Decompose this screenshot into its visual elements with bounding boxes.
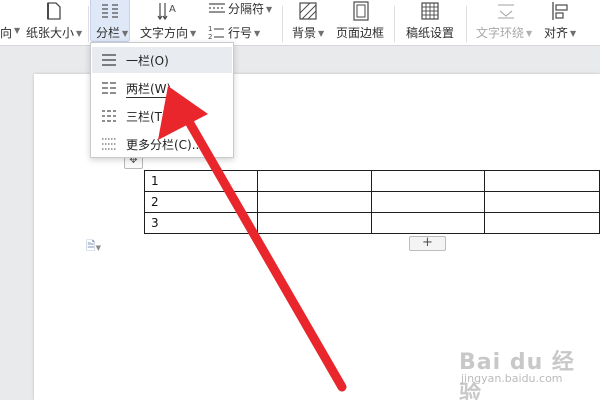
columns-button[interactable]: 分栏 ▼ (96, 24, 128, 41)
menu-item-label: 两栏(W) (126, 82, 172, 98)
watermark-url: jingyan.baidu.com (461, 372, 563, 385)
line-number-icon[interactable]: 1 2 (208, 24, 226, 40)
background-icon[interactable] (298, 1, 318, 21)
divider (394, 6, 395, 42)
menu-item-label: 三栏(T) (126, 110, 167, 124)
manuscript-settings-button[interactable]: 稿纸设置 (406, 24, 454, 41)
table-row: 1 (143, 170, 600, 192)
table-row: 2 (143, 191, 600, 213)
menu-item-one-column[interactable]: 一栏(O) (92, 47, 232, 73)
divider (466, 6, 467, 42)
text-wrap-icon[interactable] (496, 2, 516, 20)
menu-item-label: 更多分栏(C)... (126, 138, 204, 152)
line-number-label: 行号 (228, 26, 253, 40)
menu-item-three-columns[interactable]: 三栏(T) (92, 103, 232, 129)
columns-label: 分栏 (96, 26, 121, 40)
manuscript-grid-icon[interactable] (420, 1, 440, 21)
chevron-down-icon: ▼ (190, 29, 197, 38)
table-cell[interactable] (257, 191, 372, 213)
paragraph-layout-icon[interactable]: 🗎▼ (86, 237, 101, 258)
one-column-icon (102, 54, 116, 66)
separator-button[interactable]: 分隔符 ▼ (228, 0, 272, 17)
ribbon-toolbar: 向 ▼ 纸张大小 ▼ 分栏 ▼ A 文字方向 ▼ 分隔符 ▼ 1 2 行号 ▼ … (0, 0, 600, 46)
chevron-down-icon[interactable]: ▼ (14, 26, 20, 35)
baidu-watermark: Bai du 经验 jingyan.baidu.com (455, 344, 595, 400)
svg-text:2: 2 (208, 33, 212, 40)
chevron-down-icon: ▼ (254, 29, 261, 38)
table-cell[interactable]: 3 (143, 212, 259, 234)
background-label: 背景 (292, 26, 317, 40)
two-columns-icon (102, 82, 116, 94)
table-cell[interactable]: 1 (143, 170, 259, 192)
align-button[interactable]: 对齐 ▼ (544, 24, 576, 41)
line-number-button[interactable]: 行号 ▼ (228, 24, 260, 41)
table-cell[interactable] (483, 212, 600, 234)
columns-icon[interactable] (100, 2, 120, 20)
align-label: 对齐 (544, 26, 569, 40)
menu-item-label: 一栏(O) (126, 54, 169, 68)
chevron-down-icon: ▼ (122, 29, 129, 38)
text-direction-icon[interactable]: A (156, 1, 178, 21)
text-direction-label: 文字方向 (140, 26, 189, 40)
align-icon[interactable] (550, 1, 570, 21)
svg-text:A: A (169, 4, 176, 15)
menu-item-more-columns[interactable]: 更多分栏(C)... (92, 131, 232, 157)
text-wrap-button[interactable]: 文字环绕 ▼ (476, 24, 532, 41)
table-row: 3 (143, 212, 600, 234)
chevron-down-icon: ▼ (318, 29, 325, 38)
table-cell[interactable]: 2 (143, 191, 259, 213)
table-cell[interactable] (257, 170, 372, 192)
chevron-down-icon: ▼ (266, 5, 273, 14)
document-table[interactable]: 123 (143, 170, 600, 234)
paper-size-label: 纸张大小 (26, 26, 75, 40)
add-table-row-button[interactable]: + (409, 236, 446, 251)
three-columns-icon (102, 110, 116, 122)
chevron-down-icon: ▼ (76, 29, 83, 38)
svg-text:1: 1 (208, 25, 212, 33)
table-cell[interactable] (483, 191, 600, 213)
chevron-down-icon: ▼ (526, 29, 533, 38)
chevron-down-icon: ▼ (570, 29, 577, 38)
paper-size-icon[interactable] (44, 2, 64, 20)
divider (282, 6, 283, 42)
divider (88, 6, 89, 42)
text-direction-partial-label[interactable]: 向 (0, 24, 12, 41)
menu-item-two-columns[interactable]: 两栏(W) (92, 75, 232, 101)
table-cell[interactable] (370, 191, 485, 213)
table-cell[interactable] (257, 212, 372, 234)
table-cell[interactable] (370, 170, 485, 192)
more-columns-icon (102, 138, 116, 150)
table-cell[interactable] (483, 170, 600, 192)
page-border-icon[interactable] (352, 1, 370, 21)
columns-dropdown-menu: 一栏(O) 两栏(W) 三栏(T) 更多分栏(C)... (90, 42, 234, 158)
background-button[interactable]: 背景 ▼ (292, 24, 324, 41)
separator-icon[interactable] (208, 2, 226, 14)
text-direction-button[interactable]: 文字方向 ▼ (140, 24, 196, 41)
table-cell[interactable] (370, 212, 485, 234)
separator-label: 分隔符 (228, 2, 265, 16)
page-border-button[interactable]: 页面边框 (336, 24, 384, 41)
text-wrap-label: 文字环绕 (476, 26, 525, 40)
paper-size-button[interactable]: 纸张大小 ▼ (26, 24, 82, 41)
